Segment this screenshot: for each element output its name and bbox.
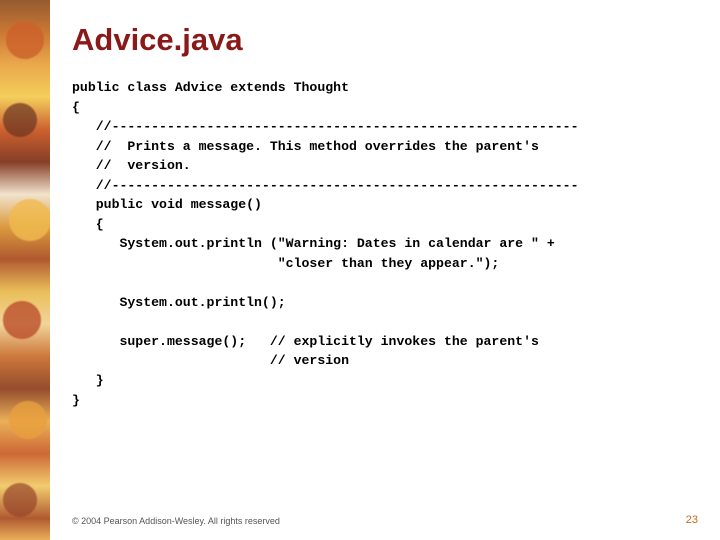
code-line: System.out.println ("Warning: Dates in c… bbox=[72, 236, 555, 251]
code-line: } bbox=[72, 373, 104, 388]
decorative-leaf-strip bbox=[0, 0, 50, 540]
code-line: // version bbox=[72, 353, 349, 368]
code-line: "closer than they appear."); bbox=[72, 256, 499, 271]
page-title: Advice.java bbox=[72, 22, 696, 58]
code-line: public class Advice extends Thought bbox=[72, 80, 349, 95]
code-line: } bbox=[72, 393, 80, 408]
slide-content: Advice.java public class Advice extends … bbox=[72, 22, 696, 516]
code-block: public class Advice extends Thought { //… bbox=[72, 78, 696, 410]
code-line: public void message() bbox=[72, 197, 262, 212]
code-line: //--------------------------------------… bbox=[72, 178, 578, 193]
copyright-footer: © 2004 Pearson Addison-Wesley. All right… bbox=[72, 516, 280, 526]
page-number: 23 bbox=[686, 514, 698, 526]
code-line: //--------------------------------------… bbox=[72, 119, 578, 134]
code-line: System.out.println(); bbox=[72, 295, 286, 310]
code-line: { bbox=[72, 217, 104, 232]
code-line: { bbox=[72, 100, 80, 115]
code-line: // version. bbox=[72, 158, 191, 173]
code-line: // Prints a message. This method overrid… bbox=[72, 139, 539, 154]
code-line: super.message(); // explicitly invokes t… bbox=[72, 334, 539, 349]
